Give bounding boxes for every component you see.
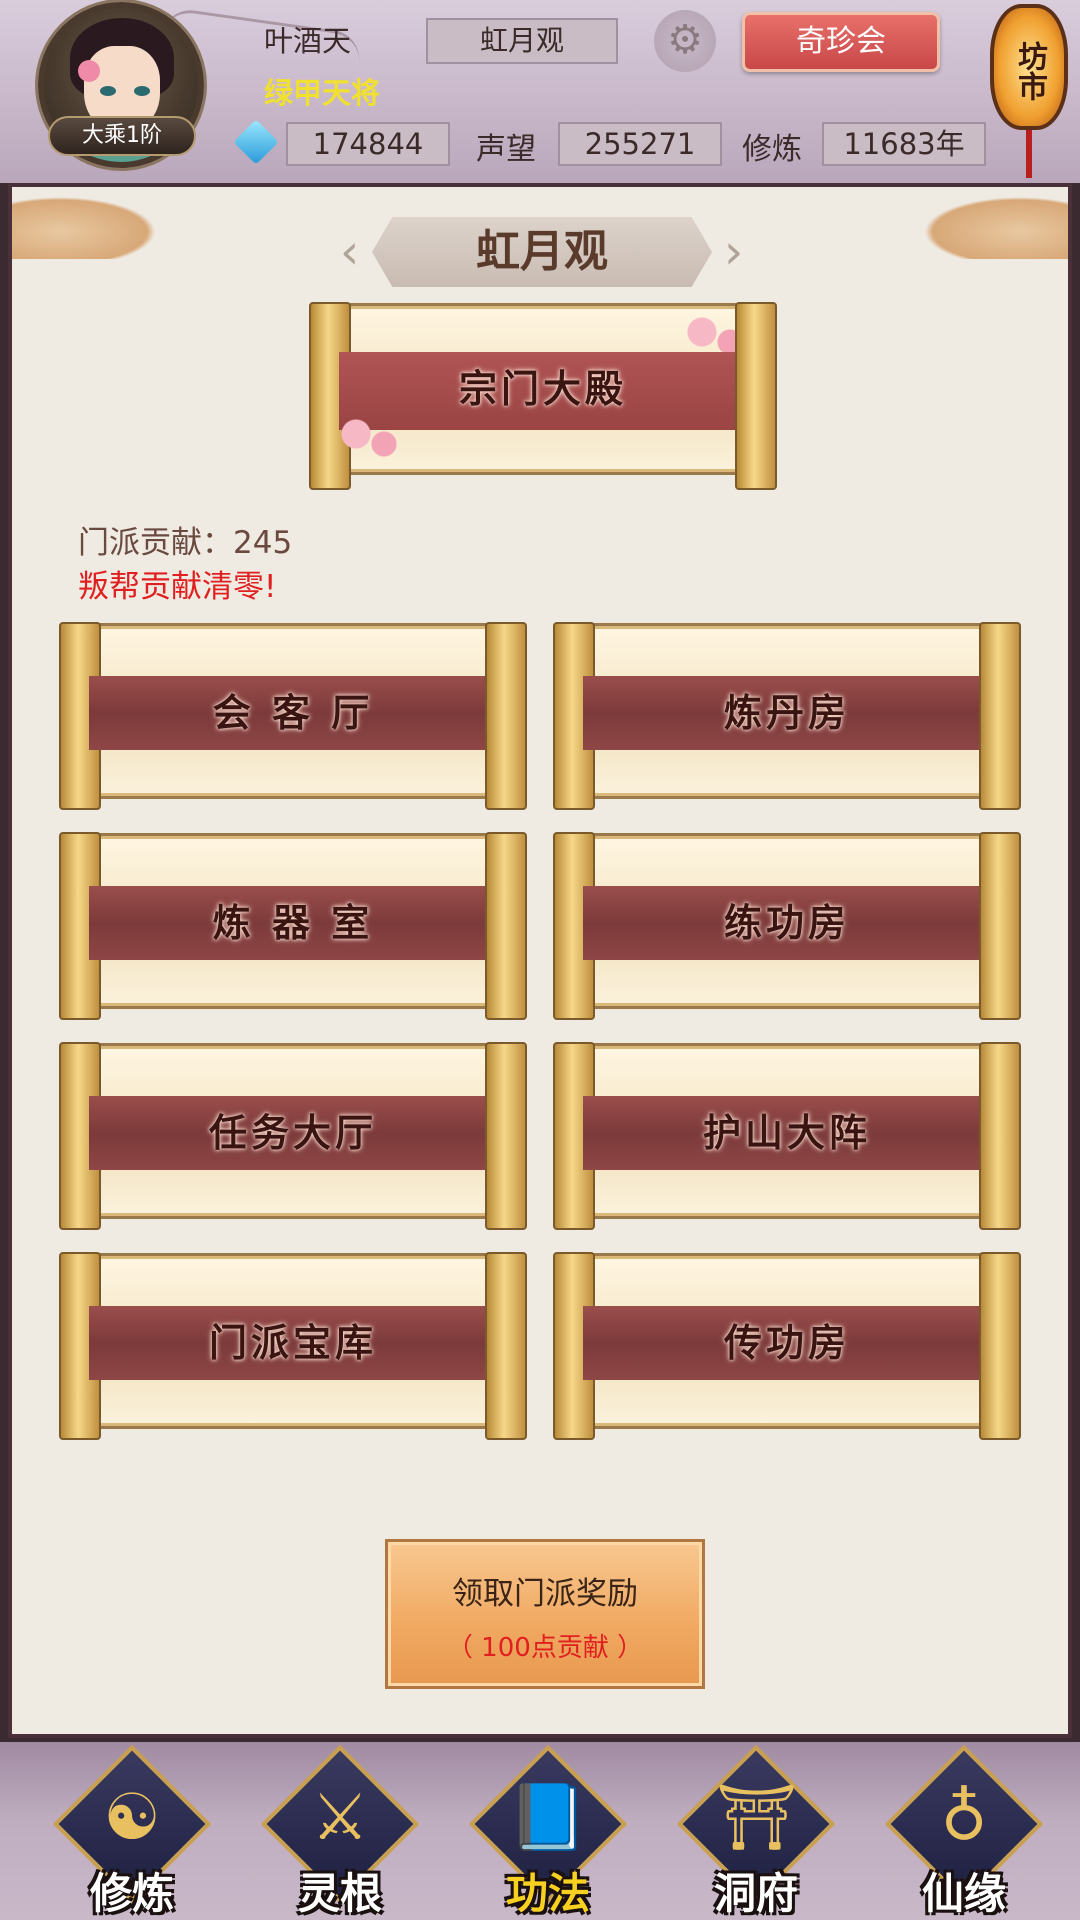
avatar-eye-right: [134, 86, 150, 96]
pavilion-icon: ⛩: [716, 1781, 798, 1855]
nav-spirit-root[interactable]: ⚔ 灵根: [260, 1744, 420, 1918]
building-reception-hall-button[interactable]: 会 客 厅: [59, 622, 527, 810]
gear-icon[interactable]: ⚙: [654, 10, 716, 72]
building-label: 任务大厅: [89, 1096, 497, 1170]
nav-label: 功法: [505, 1869, 590, 1918]
cultivation-value: 11683年: [822, 122, 986, 166]
building-sect-treasury-button[interactable]: 门派宝库: [59, 1252, 527, 1440]
sect-panel: ‹ 虹月观 › 宗门大殿 门派贡献：245 叛帮贡献清零! 会 客 厅 炼丹房 …: [8, 183, 1072, 1738]
nav-techniques[interactable]: 📘 功法: [468, 1744, 628, 1918]
rank-badge: 大乘1阶: [48, 116, 196, 156]
building-label: 练功房: [583, 886, 991, 960]
treasure-fair-button[interactable]: 奇珍会: [742, 12, 940, 72]
player-name: 叶酒天: [264, 24, 352, 58]
panel-title: 虹月观: [372, 217, 712, 287]
market-lantern-button[interactable]: 坊市: [990, 4, 1068, 130]
cultivation-label: 修炼: [742, 132, 802, 167]
building-skill-transmission-button[interactable]: 传功房: [553, 1252, 1021, 1440]
nav-label: 灵根: [297, 1869, 382, 1918]
bottom-navigation: ☯ 修炼 ⚔ 灵根 📘 功法 ⛩ 洞府 ♁ 仙缘: [0, 1742, 1080, 1920]
nav-label: 仙缘: [921, 1869, 1006, 1918]
nav-cave-dwelling[interactable]: ⛩ 洞府: [676, 1744, 836, 1918]
yin-yang-sword-icon: ⚔: [311, 1781, 369, 1855]
blossom-icon: [335, 414, 405, 464]
defection-warning: 叛帮贡献清零!: [78, 569, 277, 605]
avatar-eye-left: [100, 86, 116, 96]
building-label: 炼 器 室: [89, 886, 497, 960]
nav-label: 修炼: [89, 1869, 174, 1918]
flower-icon: [78, 60, 100, 82]
building-label: 会 客 厅: [89, 676, 497, 750]
cloud-decoration-left: [12, 191, 172, 259]
lantern-tassel: [1026, 130, 1032, 178]
building-label: 护山大阵: [583, 1096, 991, 1170]
reward-cost-label: （ 100点贡献 ）: [446, 1633, 644, 1663]
sect-name-box[interactable]: 虹月观: [426, 18, 618, 64]
building-mission-hall-button[interactable]: 任务大厅: [59, 1042, 527, 1230]
building-forge-room-button[interactable]: 炼 器 室: [59, 832, 527, 1020]
top-status-bar: 大乘1阶 叶酒天 绿甲天将 虹月观 ⚙ 奇珍会 坊市 174844 声望 255…: [0, 0, 1080, 183]
sect-contribution: 门派贡献：245: [78, 525, 293, 561]
nav-label: 洞府: [713, 1869, 798, 1918]
claim-sect-reward-button[interactable]: 领取门派奖励 （ 100点贡献 ）: [385, 1539, 705, 1689]
reward-button-label: 领取门派奖励: [452, 1576, 638, 1612]
cloud-decoration-right: [908, 191, 1068, 259]
building-label: 门派宝库: [89, 1306, 497, 1380]
building-alchemy-room-button[interactable]: 炼丹房: [553, 622, 1021, 810]
building-mountain-array-button[interactable]: 护山大阵: [553, 1042, 1021, 1230]
main-hall-button[interactable]: 宗门大殿: [309, 302, 777, 490]
nav-immortal-fate[interactable]: ♁ 仙缘: [884, 1744, 1044, 1918]
player-title: 绿甲天将: [264, 76, 381, 110]
cultivator-icon: ☯: [103, 1781, 161, 1855]
title-right-ornament: ›: [724, 224, 744, 280]
building-label: 炼丹房: [583, 676, 991, 750]
title-left-ornament: ‹: [340, 224, 360, 280]
manual-book-icon: 📘: [508, 1781, 588, 1855]
blue-gem-icon: [233, 119, 279, 165]
prestige-label: 声望: [476, 132, 536, 167]
currency-value: 174844: [286, 122, 450, 166]
nav-cultivate[interactable]: ☯ 修炼: [52, 1744, 212, 1918]
building-label: 传功房: [583, 1306, 991, 1380]
prestige-value: 255271: [558, 122, 722, 166]
building-training-room-button[interactable]: 练功房: [553, 832, 1021, 1020]
gourd-icon: ♁: [940, 1781, 988, 1855]
